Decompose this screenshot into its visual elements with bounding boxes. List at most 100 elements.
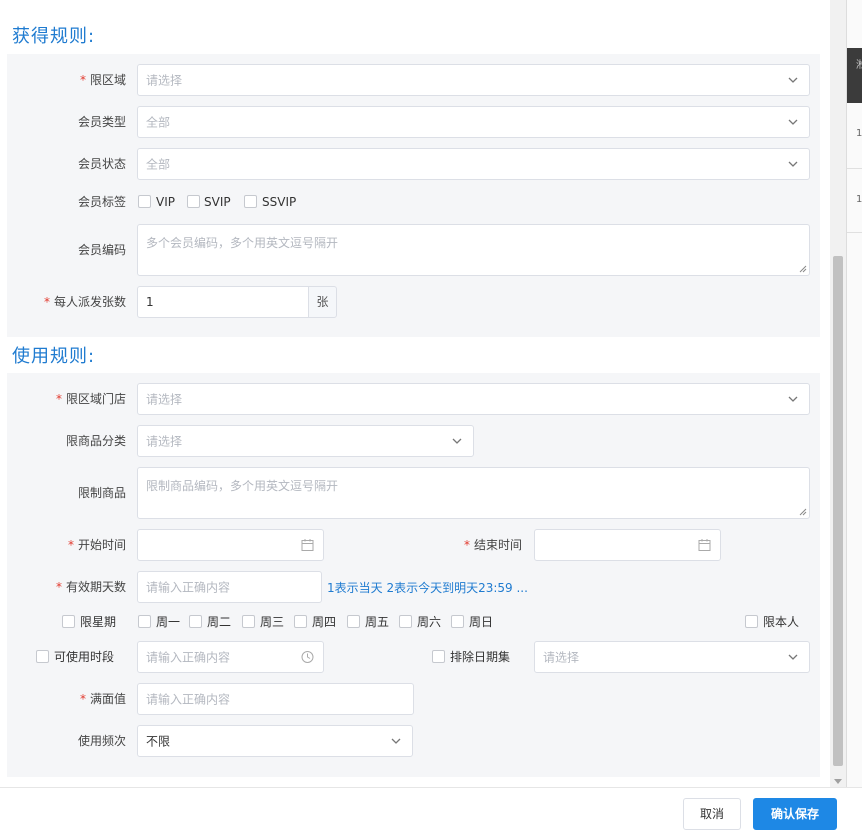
tag-vip-checkbox[interactable] [138, 195, 151, 208]
chevron-down-icon [788, 654, 798, 660]
weekday-7-label: 周日 [469, 615, 494, 629]
weekday-3-checkbox[interactable] [242, 615, 255, 628]
member-type-select[interactable]: 全部 [137, 106, 810, 138]
member-codes-label: 会员编码 [77, 243, 126, 257]
exclude-dates-placeholder: 请选择 [543, 650, 580, 665]
background-row-1: 1 [856, 128, 862, 139]
products-textarea[interactable]: 限制商品编码，多个用英文逗号隔开 [137, 467, 810, 519]
member-status-value: 全部 [146, 157, 171, 172]
weekday-limit-checkbox[interactable] [62, 615, 75, 628]
threshold-placeholder: 请输入正确内容 [146, 692, 231, 707]
frequency-select[interactable]: 不限 [137, 725, 413, 757]
member-status-select[interactable]: 全部 [137, 148, 810, 180]
calendar-icon [698, 539, 711, 551]
tag-svip-checkbox[interactable] [187, 195, 200, 208]
chevron-down-icon [788, 396, 798, 402]
per-person-input[interactable]: 1 [137, 286, 309, 318]
exclude-dates-select[interactable]: 请选择 [534, 641, 810, 673]
member-type-label: 会员类型 [77, 115, 126, 129]
background-table-header: 淞 [847, 48, 862, 103]
dialog-scrollbar[interactable] [830, 0, 846, 787]
member-type-value: 全部 [146, 115, 171, 130]
exclude-dates-checkbox[interactable] [432, 650, 445, 663]
region-placeholder: 请选择 [146, 73, 183, 88]
per-person-label: * 每人派发张数 [43, 295, 126, 309]
products-placeholder: 限制商品编码，多个用英文逗号隔开 [146, 479, 339, 493]
weekday-5-checkbox[interactable] [347, 615, 360, 628]
threshold-label: * 满面值 [79, 692, 126, 706]
scroll-down-arrow-icon[interactable] [834, 779, 842, 784]
chevron-down-icon [788, 77, 798, 83]
end-time-picker[interactable] [534, 529, 721, 561]
tag-vip-label: VIP [156, 195, 175, 209]
category-label: 限商品分类 [65, 434, 126, 448]
end-time-label: * 结束时间 [463, 538, 522, 552]
weekday-6-checkbox[interactable] [399, 615, 412, 628]
member-status-label: 会员状态 [77, 157, 126, 171]
time-slot-input[interactable]: 请输入正确内容 [137, 641, 324, 673]
weekday-5-label: 周五 [365, 615, 390, 629]
time-slot-label: 可使用时段 [54, 650, 115, 664]
background-row-divider [847, 232, 862, 233]
store-label: * 限区域门店 [55, 392, 126, 406]
frequency-value: 不限 [146, 734, 171, 749]
background-row-divider [847, 168, 862, 169]
calendar-icon [301, 539, 314, 551]
self-only-label: 限本人 [763, 615, 800, 629]
usage-section-title: 使用规则: [12, 346, 96, 367]
confirm-save-button[interactable]: 确认保存 [753, 798, 837, 830]
per-person-unit: 张 [308, 286, 337, 318]
background-header-char: 淞 [856, 60, 862, 71]
store-placeholder: 请选择 [146, 392, 183, 407]
chevron-down-icon [452, 438, 462, 444]
member-codes-placeholder: 多个会员编码，多个用英文逗号隔开 [146, 236, 339, 250]
weekday-3-label: 周三 [260, 615, 285, 629]
resize-grip-icon[interactable] [799, 508, 807, 516]
weekday-2-label: 周二 [207, 615, 232, 629]
tag-svip-label: SVIP [204, 195, 231, 209]
valid-days-hint: 1表示当天 2表示今天到明天23:59 ... [327, 581, 528, 595]
time-slot-placeholder: 请输入正确内容 [146, 650, 231, 665]
per-person-value: 1 [146, 295, 154, 309]
category-select[interactable]: 请选择 [137, 425, 474, 457]
products-label: 限制商品 [77, 486, 126, 500]
member-codes-textarea[interactable]: 多个会员编码，多个用英文逗号隔开 [137, 224, 810, 276]
exclude-dates-label: 排除日期集 [450, 650, 511, 664]
start-time-picker[interactable] [137, 529, 324, 561]
frequency-label: 使用频次 [77, 734, 126, 748]
weekday-1-checkbox[interactable] [138, 615, 151, 628]
member-tags-label: 会员标签 [77, 195, 126, 209]
coupon-rule-dialog: 获得规则: * 限区域 请选择 会员类型 全部 会员状态 全部 会员标签 VIP … [0, 0, 830, 787]
background-page: 淞 1 1 [846, 0, 862, 787]
chevron-down-icon [391, 738, 401, 744]
weekday-2-checkbox[interactable] [189, 615, 202, 628]
acquire-panel [7, 54, 820, 337]
weekday-4-checkbox[interactable] [294, 615, 307, 628]
cancel-button[interactable]: 取消 [683, 798, 741, 830]
scrollbar-thumb[interactable] [833, 256, 843, 766]
valid-days-label: * 有效期天数 [55, 580, 126, 594]
self-only-checkbox[interactable] [745, 615, 758, 628]
weekday-4-label: 周四 [312, 615, 337, 629]
category-placeholder: 请选择 [146, 434, 183, 449]
start-time-label: * 开始时间 [67, 538, 126, 552]
tag-ssvip-checkbox[interactable] [244, 195, 257, 208]
store-select[interactable]: 请选择 [137, 383, 810, 415]
weekday-7-checkbox[interactable] [451, 615, 464, 628]
background-row-2: 1 [856, 194, 862, 205]
region-select[interactable]: 请选择 [137, 64, 810, 96]
clock-icon [301, 651, 314, 663]
dialog-footer: 取消 确认保存 [0, 787, 862, 833]
threshold-input[interactable]: 请输入正确内容 [137, 683, 414, 715]
chevron-down-icon [788, 119, 798, 125]
weekday-1-label: 周一 [156, 615, 181, 629]
acquire-section-title: 获得规则: [12, 26, 96, 47]
weekday-6-label: 周六 [417, 615, 442, 629]
chevron-down-icon [788, 161, 798, 167]
tag-ssvip-label: SSVIP [262, 195, 297, 209]
resize-grip-icon[interactable] [799, 265, 807, 273]
region-label: * 限区域 [79, 73, 126, 87]
valid-days-placeholder: 请输入正确内容 [146, 580, 231, 595]
time-slot-checkbox[interactable] [36, 650, 49, 663]
valid-days-input[interactable]: 请输入正确内容 [137, 571, 322, 603]
